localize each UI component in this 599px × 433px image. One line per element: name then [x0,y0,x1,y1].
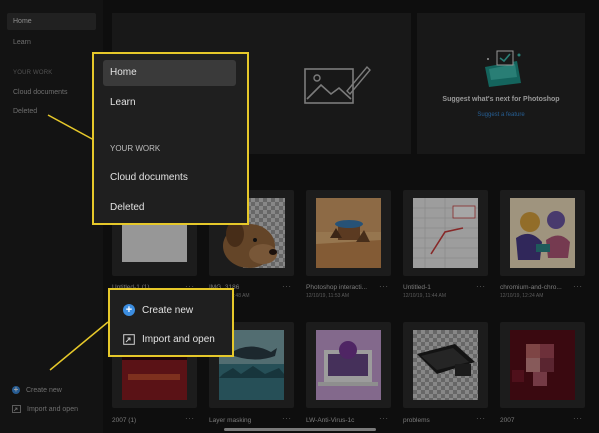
callout-import-open-button[interactable]: Import and open [123,334,215,345]
file-name: Untitled-1 [403,284,431,291]
file-name: problems [403,417,430,424]
file-name: Layer masking [209,417,252,424]
callout-item-deleted[interactable]: Deleted [103,195,236,221]
create-new-label: Create new [26,386,62,394]
home-indicator [224,428,376,431]
callout-item-cloud-documents[interactable]: Cloud documents [103,165,236,191]
file-name: LW-Anti-Virus-1c [306,417,355,424]
file-date: 12/10/19, 11:53 AM [306,293,349,299]
plus-icon: + [123,304,135,316]
more-options-button[interactable]: ··· [379,282,389,291]
callout-create-new-label: Create new [142,304,194,316]
sidebar-section-heading: YOUR WORK [13,70,53,76]
file-name: Photoshop interacti... [306,284,368,291]
desert-image [316,198,381,268]
illustration-image [510,198,575,268]
file-date: 12/10/19, 11:44 AM [403,293,446,299]
callout-section-heading: YOUR WORK [110,144,161,153]
file-date: 12/10/19, 12:24 AM [500,293,544,299]
callout-create: + Create new Import and open [108,288,234,357]
callout-create-new-button[interactable]: + Create new [123,304,193,316]
suggest-banner: Suggest what's next for Photoshop Sugges… [417,13,585,154]
thumbnail-chromium-and-chro[interactable] [500,190,585,276]
callout-import-open-label: Import and open [142,334,215,345]
more-options-button[interactable]: ··· [282,282,292,291]
chart-sheet-image [413,198,478,268]
more-options-button[interactable]: ··· [573,414,583,423]
image-edit-icon [304,65,371,104]
more-options-button[interactable]: ··· [476,414,486,423]
thumbnail-photoshop-interactive[interactable] [306,190,391,276]
create-new-button[interactable]: + Create new [12,386,62,394]
suggest-illustration-icon [485,50,521,87]
file-name: chromium-and-chro... [500,284,562,291]
suggest-title: Suggest what's next for Photoshop [442,96,560,103]
suggest-feature-link[interactable]: Suggest a feature [417,112,585,118]
sidebar-item-home[interactable]: Home [7,13,96,30]
file-name: 2007 (1) [112,417,137,424]
file-name: 2007 [500,417,515,424]
import-icon [123,334,135,345]
virus-illustration-image [316,330,381,400]
sidebar-item-deleted[interactable]: Deleted [7,103,96,120]
thumbnail-lw-anti-virus[interactable] [306,322,391,408]
callout-navigation: Home Learn YOUR WORK Cloud documents Del… [92,52,249,225]
sidebar: Home Learn YOUR WORK Cloud documents Del… [0,0,103,433]
thumbnail-2007[interactable] [500,322,585,408]
more-options-button[interactable]: ··· [282,414,292,423]
plus-icon: + [12,385,20,394]
thumbnail-problems[interactable] [403,322,488,408]
import-icon [12,405,21,413]
callout-item-learn[interactable]: Learn [103,90,236,116]
devices-image [417,344,475,376]
import-open-button[interactable]: Import and open [12,405,78,413]
more-options-button[interactable]: ··· [185,414,195,423]
more-options-button[interactable]: ··· [476,282,486,291]
sidebar-item-learn[interactable]: Learn [7,34,96,51]
more-options-button[interactable]: ··· [379,414,389,423]
pixelated-image [510,330,575,400]
more-options-button[interactable]: ··· [573,282,583,291]
thumbnail-untitled-1[interactable] [403,190,488,276]
sidebar-item-cloud-documents[interactable]: Cloud documents [7,84,96,101]
callout-item-home[interactable]: Home [103,60,236,86]
import-open-label: Import and open [27,405,78,413]
